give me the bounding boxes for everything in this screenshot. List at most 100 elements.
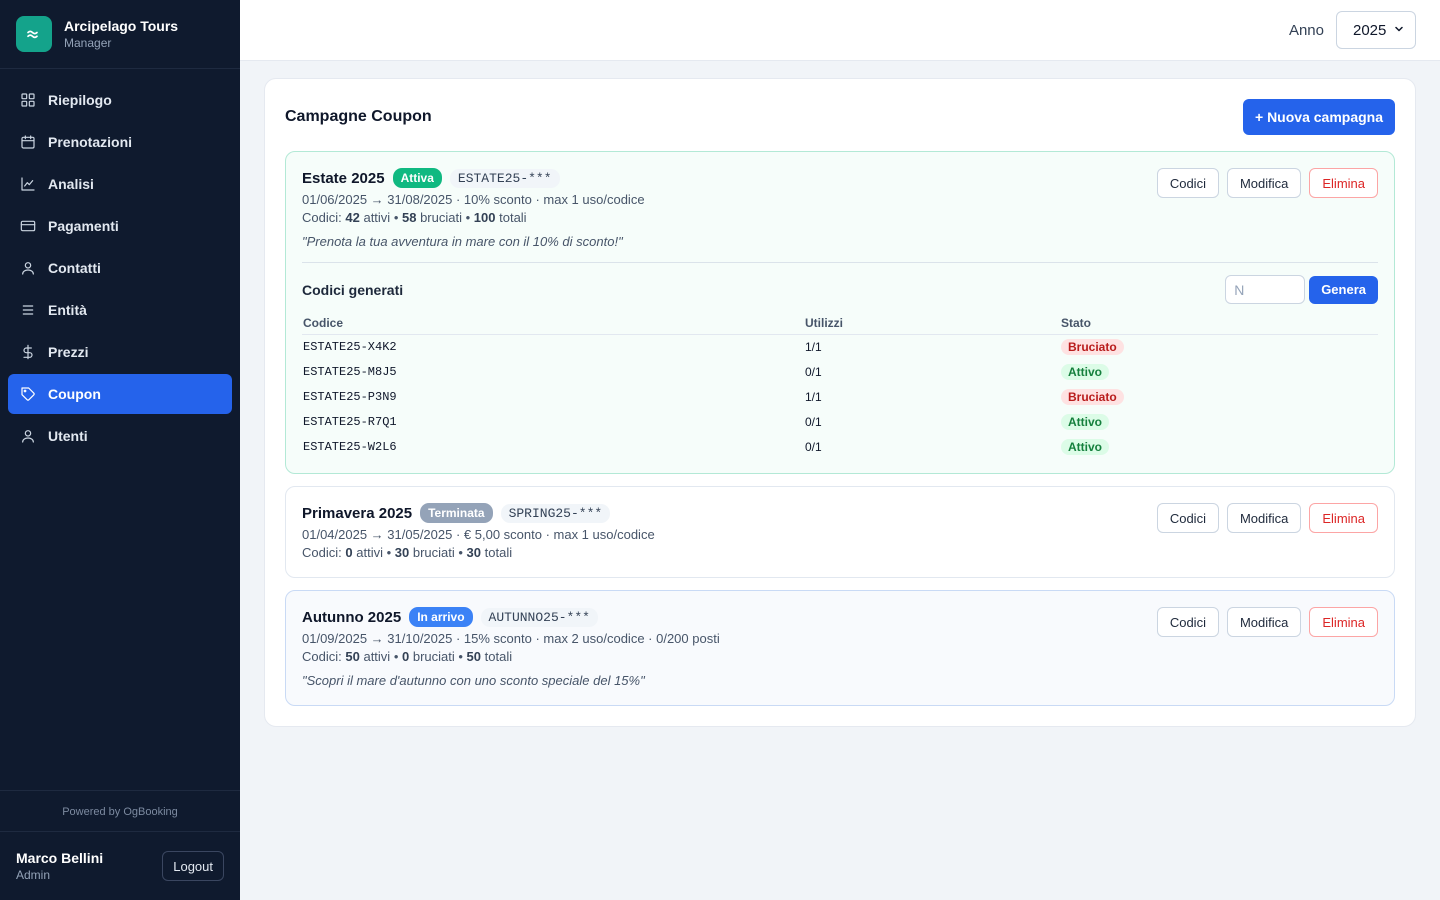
sidebar-item-label: Prenotazioni	[48, 134, 133, 150]
code-prefix: AUTUNNO25-***	[480, 607, 598, 627]
topbar: Anno 2025	[240, 0, 1440, 61]
sidebar-item-coupon[interactable]: Coupon	[8, 374, 232, 414]
calendar-icon	[20, 134, 36, 150]
active-label: attivi	[356, 545, 383, 560]
total-label: totali	[484, 545, 513, 560]
grid-icon	[20, 92, 36, 108]
divider	[302, 262, 1378, 263]
new-campaign-button[interactable]: + Nuova campagna	[1243, 99, 1395, 135]
uses-cell: 0/1	[805, 364, 822, 379]
table-header-row: Codice Utilizzi Stato	[302, 312, 1378, 335]
status-cell: Attivo	[1060, 359, 1378, 384]
code-cell: ESTATE25-W2L6	[303, 439, 397, 454]
sidebar-item-prezzi[interactable]: Prezzi	[8, 332, 232, 372]
campaign-code-stats: Codici: 0 attivi • 30 bruciati • 30 tota…	[302, 545, 513, 560]
sidebar-item-analisi[interactable]: Analisi	[8, 164, 232, 204]
code-cell: ESTATE25-M8J5	[303, 364, 397, 379]
status-cell: Bruciato	[1060, 384, 1378, 409]
campaign-message: "Prenota la tua avventura in mare con il…	[302, 234, 623, 249]
page-title: Campagne Coupon	[285, 108, 432, 125]
sidebar-item-label: Entità	[48, 302, 87, 318]
sidebar: Arcipelago Tours Manager Riepilogo Preno…	[0, 0, 240, 900]
codes-button[interactable]: Codici	[1156, 607, 1219, 637]
burned-label: bruciati	[412, 649, 455, 664]
uses-cell: 1/1	[805, 389, 822, 404]
status-badge: Attiva	[392, 168, 442, 188]
campaign-card-autunno: Autunno 2025 In arrivo AUTUNNO25-*** 01/…	[285, 590, 1395, 706]
codes-label: Codici:	[302, 649, 342, 664]
active-count: 50	[345, 649, 360, 664]
status-badge: Attivo	[1061, 438, 1109, 455]
status-badge: Bruciato	[1061, 338, 1124, 355]
sidebar-item-prenotazioni[interactable]: Prenotazioni	[8, 122, 232, 162]
table-row: ESTATE25-W2L6 0/1 Attivo	[302, 434, 1378, 459]
brand: Arcipelago Tours Manager	[0, 0, 240, 69]
table-row: ESTATE25-X4K2 1/1 Bruciato	[302, 334, 1378, 359]
sidebar-item-contatti[interactable]: Contatti	[8, 248, 232, 288]
dollar-icon	[20, 344, 36, 360]
generated-codes-title: Codici generati	[302, 282, 404, 298]
logout-button[interactable]: Logout	[162, 851, 224, 881]
codes-button[interactable]: Codici	[1156, 168, 1219, 198]
sidebar-item-riepilogo[interactable]: Riepilogo	[8, 80, 232, 120]
code-cell: ESTATE25-P3N9	[303, 389, 397, 404]
delete-button[interactable]: Elimina	[1309, 503, 1378, 533]
card-icon	[20, 218, 36, 234]
campaign-name: Autunno 2025	[302, 608, 402, 626]
user-icon	[20, 428, 36, 444]
active-count: 0	[345, 545, 353, 560]
code-prefix: ESTATE25-***	[449, 168, 560, 188]
burned-count: 0	[401, 649, 410, 664]
status-cell: Bruciato	[1060, 334, 1378, 359]
edit-button[interactable]: Modifica	[1226, 168, 1302, 198]
uses-cell: 1/1	[805, 339, 822, 354]
sidebar-item-label: Analisi	[48, 176, 94, 192]
code-count-input[interactable]	[1225, 275, 1306, 304]
codes-button[interactable]: Codici	[1156, 503, 1219, 533]
brand-subtitle: Manager	[64, 36, 112, 50]
sidebar-item-pagamenti[interactable]: Pagamenti	[8, 206, 232, 246]
total-count: 50	[466, 649, 482, 664]
brand-name: Arcipelago Tours	[64, 18, 179, 34]
campaign-meta: 01/04/2025 → 31/05/2025 · € 5,00 sconto …	[302, 527, 655, 542]
campaign-meta: 01/06/2025 → 31/08/2025 · 10% sconto · m…	[302, 192, 645, 207]
user-name: Marco Bellini	[16, 850, 104, 866]
burned-label: bruciati	[420, 210, 462, 225]
sidebar-item-label: Riepilogo	[48, 92, 112, 108]
user-icon	[20, 260, 36, 276]
column-header: Codice	[302, 312, 804, 335]
active-count: 42	[345, 210, 360, 225]
campaign-card-estate: Estate 2025 Attiva ESTATE25-*** 01/06/20…	[285, 151, 1395, 474]
code-prefix: SPRING25-***	[500, 503, 611, 523]
year-select[interactable]: 2025	[1336, 11, 1416, 49]
active-label: attivi	[363, 649, 391, 664]
sidebar-item-label: Utenti	[48, 428, 88, 444]
campaign-message: "Scopri il mare d'autunno con uno sconto…	[302, 673, 645, 688]
sidebar-item-label: Contatti	[48, 260, 101, 276]
sidebar-item-entita[interactable]: Entità	[8, 290, 232, 330]
status-badge: Attivo	[1061, 363, 1109, 380]
column-header: Stato	[1060, 312, 1378, 335]
delete-button[interactable]: Elimina	[1309, 168, 1378, 198]
campaign-meta: 01/09/2025 → 31/10/2025 · 15% sconto · m…	[302, 631, 720, 646]
campaign-code-stats: Codici: 50 attivi • 0 bruciati • 50 tota…	[302, 649, 513, 664]
uses-cell: 0/1	[805, 439, 822, 454]
campaign-code-stats: Codici: 42 attivi • 58 bruciati • 100 to…	[302, 210, 527, 225]
table-row: ESTATE25-M8J5 0/1 Attivo	[302, 359, 1378, 384]
column-header: Utilizzi	[804, 312, 1060, 335]
edit-button[interactable]: Modifica	[1226, 607, 1302, 637]
table-row: ESTATE25-P3N9 1/1 Bruciato	[302, 384, 1378, 409]
campaign-name: Estate 2025	[302, 169, 385, 187]
generate-button[interactable]: Genera	[1309, 275, 1378, 304]
edit-button[interactable]: Modifica	[1226, 503, 1302, 533]
code-cell: ESTATE25-X4K2	[303, 339, 397, 354]
code-cell: ESTATE25-R7Q1	[303, 414, 397, 429]
list-icon	[20, 302, 36, 318]
status-cell: Attivo	[1060, 434, 1378, 459]
sidebar-item-label: Coupon	[48, 386, 101, 402]
sidebar-item-utenti[interactable]: Utenti	[8, 416, 232, 456]
burned-count: 58	[401, 210, 417, 225]
active-label: attivi	[363, 210, 391, 225]
delete-button[interactable]: Elimina	[1309, 607, 1378, 637]
status-badge: Bruciato	[1061, 388, 1124, 405]
